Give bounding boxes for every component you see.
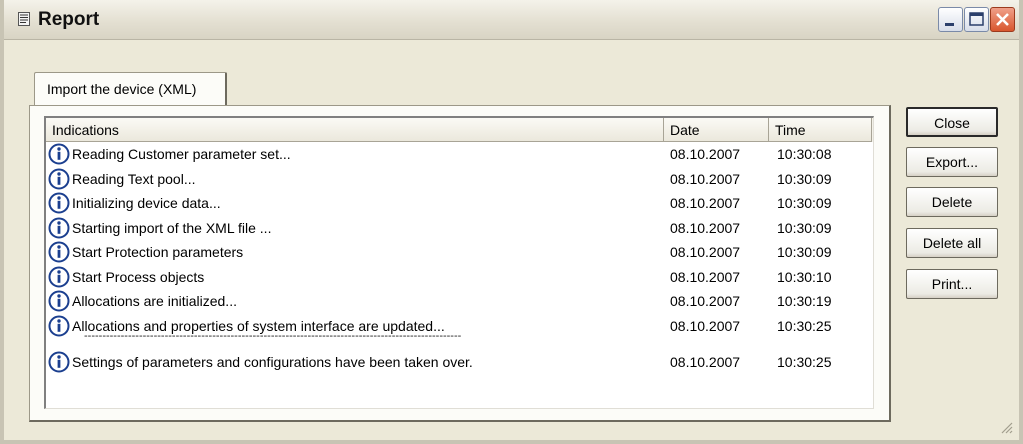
resize-grip-icon[interactable] bbox=[999, 420, 1013, 434]
column-header-indications[interactable]: Indications bbox=[46, 118, 664, 142]
list-item[interactable]: Start Process objects 08.10.2007 10:30:10 bbox=[46, 266, 873, 290]
row-time: 10:30:09 bbox=[777, 195, 832, 211]
row-indication: Start Process objects bbox=[72, 268, 205, 285]
row-time: 10:30:09 bbox=[777, 219, 832, 236]
row-date: 08.10.2007 bbox=[670, 268, 741, 285]
column-header-time[interactable]: Time bbox=[769, 118, 872, 142]
row-indication: Start Protection parameters bbox=[72, 244, 244, 260]
tab-label: Import the device (XML) bbox=[47, 81, 197, 97]
close-icon bbox=[996, 13, 1009, 26]
tab-import-device[interactable]: Import the device (XML) bbox=[34, 72, 227, 106]
list-item[interactable]: Allocations are initialized... 08.10.2007… bbox=[46, 290, 873, 314]
row-time: 10:30:25 bbox=[777, 317, 832, 334]
row-date: 08.10.2007 bbox=[670, 354, 741, 370]
row-indication: Starting import of the XML file ... bbox=[72, 219, 272, 236]
row-indication: Settings of parameters and configuration… bbox=[72, 354, 473, 370]
row-time: 10:30:25 bbox=[777, 354, 832, 370]
row-time: 10:30:09 bbox=[777, 170, 832, 187]
row-time: 10:30:10 bbox=[777, 268, 832, 285]
print-button-label: Print... bbox=[931, 276, 973, 292]
list-item[interactable]: Starting import of the XML file ... 08.10… bbox=[46, 217, 873, 241]
row-time: 10:30:19 bbox=[777, 293, 832, 309]
row-date: 08.10.2007 bbox=[670, 244, 741, 260]
row-date: 08.10.2007 bbox=[670, 219, 741, 236]
export-button-label: Export... bbox=[925, 154, 979, 170]
delete-all-button-label: Delete all bbox=[922, 235, 982, 251]
list-item[interactable]: Reading Customer parameter set... 08.10.2… bbox=[46, 143, 873, 167]
close-button[interactable]: Close bbox=[906, 107, 998, 137]
info-icon bbox=[48, 315, 70, 336]
row-indication: Reading Customer parameter set... bbox=[72, 146, 291, 162]
info-icon bbox=[48, 168, 70, 189]
row-date: 08.10.2007 bbox=[670, 195, 741, 211]
list-header: Indications Date Time bbox=[46, 118, 873, 142]
row-indication: Allocations are initialized... bbox=[72, 293, 237, 309]
info-icon bbox=[48, 143, 70, 165]
report-window: Report Import the device (XML) Indicatio… bbox=[0, 0, 1023, 444]
info-icon bbox=[48, 192, 70, 214]
row-date: 08.10.2007 bbox=[670, 293, 741, 309]
row-indication: Initializing device data... bbox=[72, 195, 221, 211]
close-window-button[interactable] bbox=[990, 7, 1015, 32]
info-icon bbox=[48, 241, 70, 263]
info-icon bbox=[48, 217, 70, 238]
window-title: Report bbox=[38, 9, 100, 30]
row-time: 10:30:09 bbox=[777, 244, 832, 260]
info-icon bbox=[48, 266, 70, 287]
minimize-button[interactable] bbox=[938, 7, 963, 32]
list-item[interactable]: Reading Text pool... 08.10.2007 10:30:09 bbox=[46, 168, 873, 192]
row-date: 08.10.2007 bbox=[670, 317, 741, 334]
delete-button[interactable]: Delete bbox=[906, 187, 998, 217]
maximize-button[interactable] bbox=[964, 7, 989, 32]
list-item[interactable]: Settings of parameters and configuration… bbox=[46, 351, 873, 375]
maximize-icon bbox=[969, 12, 984, 26]
delete-button-label: Delete bbox=[931, 194, 973, 210]
column-header-date[interactable]: Date bbox=[664, 118, 769, 142]
export-button[interactable]: Export... bbox=[906, 147, 998, 177]
minimize-icon bbox=[945, 23, 954, 26]
print-button[interactable]: Print... bbox=[906, 269, 998, 299]
info-icon bbox=[48, 290, 70, 312]
row-indication: Reading Text pool... bbox=[72, 170, 196, 187]
row-date: 08.10.2007 bbox=[670, 146, 741, 162]
info-icon bbox=[48, 351, 70, 373]
row-time: 10:30:08 bbox=[777, 146, 832, 162]
list-item[interactable]: Start Protection parameters 08.10.2007 10:… bbox=[46, 241, 873, 265]
indications-list[interactable]: Indications Date Time Reading Customer p… bbox=[44, 116, 874, 409]
delete-all-button[interactable]: Delete all bbox=[906, 228, 998, 258]
separator-line: ----------------------------------------… bbox=[84, 330, 462, 342]
close-button-label: Close bbox=[934, 115, 970, 131]
row-date: 08.10.2007 bbox=[670, 170, 741, 187]
title-bar[interactable]: Report bbox=[4, 0, 1019, 40]
list-item[interactable]: Initializing device data... 08.10.2007 10:… bbox=[46, 192, 873, 216]
document-icon bbox=[18, 12, 30, 26]
tab-panel: Indications Date Time Reading Customer p… bbox=[29, 105, 891, 422]
